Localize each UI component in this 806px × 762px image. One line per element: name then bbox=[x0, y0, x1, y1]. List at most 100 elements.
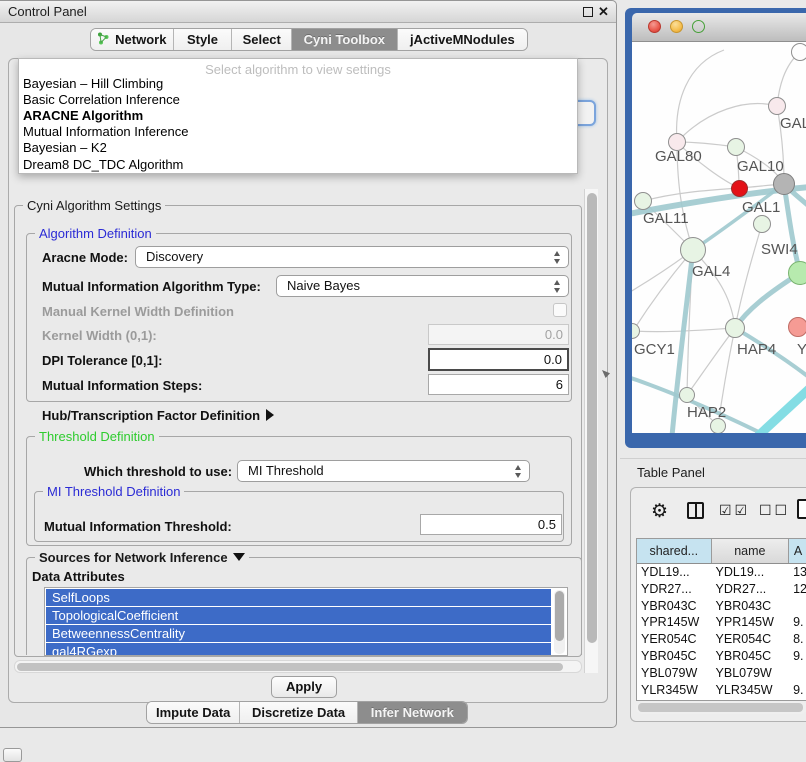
column-header-name[interactable]: name bbox=[712, 539, 790, 563]
network-node[interactable] bbox=[753, 215, 771, 233]
table-panel-title: Table Panel bbox=[637, 465, 705, 480]
column-header-partial[interactable]: A bbox=[789, 539, 806, 563]
list-vertical-scrollbar[interactable] bbox=[554, 590, 565, 654]
kernel-width-field: 0.0 bbox=[428, 324, 569, 345]
network-node-hap2[interactable] bbox=[679, 387, 695, 403]
network-node[interactable] bbox=[768, 97, 786, 115]
table-horizontal-scrollbar[interactable] bbox=[636, 701, 806, 714]
network-node[interactable] bbox=[791, 43, 806, 61]
tab-jactivemnodules[interactable]: jActiveMNodules bbox=[398, 29, 527, 50]
network-node[interactable] bbox=[788, 317, 806, 337]
settings-vertical-scrollbar[interactable] bbox=[584, 189, 598, 673]
columns-icon[interactable] bbox=[687, 502, 704, 519]
mi-algorithm-type-select[interactable]: Naive Bayes bbox=[276, 275, 569, 297]
aracne-mode-select[interactable]: Discovery bbox=[135, 246, 569, 268]
node-label: Y bbox=[797, 341, 806, 358]
threshold-definition-title: Threshold Definition bbox=[35, 429, 159, 444]
cyni-algorithm-settings-title: Cyni Algorithm Settings bbox=[23, 198, 165, 213]
tab-discretize-data-label: Discretize Data bbox=[252, 705, 345, 720]
close-traffic-light-icon[interactable] bbox=[648, 20, 661, 33]
expander-collapsed-icon bbox=[266, 409, 274, 421]
network-node-gal10[interactable] bbox=[773, 173, 795, 195]
stepper-arrows-icon bbox=[554, 280, 561, 293]
mi-algorithm-type-label: Mutual Information Algorithm Type: bbox=[42, 279, 261, 294]
control-panel-window: Control Panel ✕ Network Style Select Cyn… bbox=[0, 0, 617, 728]
algorithm-option[interactable]: Mutual Information Inference bbox=[23, 124, 188, 140]
float-window-icon[interactable] bbox=[583, 7, 593, 17]
list-item[interactable]: BetweennessCentrality bbox=[46, 625, 551, 642]
tab-infer-network[interactable]: Infer Network bbox=[358, 702, 467, 723]
table-row[interactable]: YDL19...YDL19...13 bbox=[637, 564, 806, 581]
zoom-traffic-light-icon[interactable] bbox=[692, 20, 705, 33]
table-row[interactable]: YBR043CYBR043C bbox=[637, 598, 806, 615]
algorithm-option[interactable]: Bayesian – Hill Climbing bbox=[23, 76, 163, 92]
table-row[interactable]: YBR045CYBR045C9. bbox=[637, 648, 806, 665]
network-node[interactable] bbox=[727, 138, 745, 156]
tab-discretize-data[interactable]: Discretize Data bbox=[240, 702, 357, 723]
node-label: GAL4 bbox=[692, 263, 730, 280]
network-node-gal1-selected[interactable] bbox=[731, 180, 748, 197]
cell: YDR27... bbox=[637, 581, 712, 598]
mi-steps-field[interactable]: 6 bbox=[428, 374, 569, 395]
scrollbar-thumb[interactable] bbox=[638, 703, 803, 712]
scrollbar-thumb[interactable] bbox=[587, 193, 597, 643]
network-window-titlebar[interactable] bbox=[632, 13, 806, 42]
deselect-all-checkboxes-icon[interactable]: ☐☐ bbox=[759, 502, 790, 519]
cell: YPR145W bbox=[712, 614, 790, 631]
algorithm-option[interactable]: Basic Correlation Inference bbox=[23, 92, 180, 108]
minimize-traffic-light-icon[interactable] bbox=[670, 20, 683, 33]
tab-impute-data[interactable]: Impute Data bbox=[147, 702, 240, 723]
mi-threshold-definition-title: MI Threshold Definition bbox=[43, 484, 184, 499]
close-icon[interactable]: ✕ bbox=[598, 4, 609, 20]
tab-network[interactable]: Network bbox=[91, 29, 174, 50]
stepper-arrows-icon bbox=[515, 465, 522, 478]
table-panel: ⚙ ☑☑ ☐☐ shared... name A YDL19...YDL19..… bbox=[630, 487, 806, 722]
settings-horizontal-scrollbar[interactable] bbox=[14, 660, 582, 673]
network-node-swi4[interactable] bbox=[788, 261, 806, 285]
aracne-mode-label: Aracne Mode: bbox=[42, 250, 128, 265]
table-row[interactable]: YDR27...YDR27...12 bbox=[637, 581, 806, 598]
dpi-tolerance-field[interactable]: 0.0 bbox=[428, 348, 569, 371]
column-header-shared-name[interactable]: shared... bbox=[637, 539, 712, 563]
which-threshold-select[interactable]: MI Threshold bbox=[237, 460, 530, 482]
list-item[interactable]: TopologicalCoefficient bbox=[46, 607, 551, 624]
select-all-checkboxes-icon[interactable]: ☑☑ bbox=[719, 502, 750, 519]
cell: 9. bbox=[789, 648, 806, 665]
cell: YLR345W bbox=[712, 682, 790, 699]
hub-definition-expander[interactable]: Hub/Transcription Factor Definition bbox=[42, 408, 274, 423]
table-row[interactable]: YER054CYER054C8. bbox=[637, 631, 806, 648]
algorithm-option[interactable]: Dream8 DC_TDC Algorithm bbox=[23, 157, 183, 173]
network-node-gal4[interactable] bbox=[680, 237, 706, 263]
data-attributes-list[interactable]: SelfLoops TopologicalCoefficient Between… bbox=[44, 587, 568, 656]
scrollbar-thumb[interactable] bbox=[555, 591, 564, 641]
list-item[interactable]: SelfLoops bbox=[46, 589, 551, 606]
tab-style[interactable]: Style bbox=[174, 29, 233, 50]
scrollbar-thumb[interactable] bbox=[17, 663, 563, 671]
network-node-gal11[interactable] bbox=[634, 192, 652, 210]
new-table-icon[interactable] bbox=[797, 499, 806, 519]
sources-expander[interactable]: Sources for Network Inference bbox=[35, 550, 249, 565]
which-threshold-value: MI Threshold bbox=[248, 463, 324, 478]
list-item[interactable]: gal4RGexp bbox=[46, 643, 551, 656]
node-label: GAL bbox=[780, 115, 806, 132]
mi-threshold-field[interactable]: 0.5 bbox=[420, 514, 562, 535]
algorithm-option[interactable]: Bayesian – K2 bbox=[23, 140, 107, 156]
tab-cyni-toolbox[interactable]: Cyni Toolbox bbox=[292, 29, 398, 50]
table-row[interactable]: YBL079WYBL079W bbox=[637, 665, 806, 682]
network-view-window: GAL GAL80 GAL10 GAL1 GAL11 GAL4 SWI4 GCY… bbox=[625, 8, 806, 448]
tab-select[interactable]: Select bbox=[232, 29, 292, 50]
gear-icon[interactable]: ⚙ bbox=[651, 500, 668, 523]
collapsed-panel-button[interactable] bbox=[3, 748, 22, 762]
cell: YER054C bbox=[637, 631, 712, 648]
table-row[interactable]: YPR145WYPR145W9. bbox=[637, 614, 806, 631]
algorithm-option-aracne[interactable]: ARACNE Algorithm bbox=[23, 108, 143, 124]
control-panel-titlebar[interactable]: Control Panel ✕ bbox=[0, 1, 616, 23]
table-row[interactable]: YLR345WYLR345W9. bbox=[637, 682, 806, 699]
network-node-hap4[interactable] bbox=[725, 318, 745, 338]
network-canvas[interactable]: GAL GAL80 GAL10 GAL1 GAL11 GAL4 SWI4 GCY… bbox=[632, 42, 806, 433]
which-threshold-label: Which threshold to use: bbox=[84, 464, 232, 479]
manual-kernel-width-checkbox[interactable] bbox=[553, 303, 567, 317]
cell: YBR043C bbox=[712, 598, 790, 615]
apply-button[interactable]: Apply bbox=[271, 676, 337, 698]
cell: 13 bbox=[789, 564, 806, 581]
